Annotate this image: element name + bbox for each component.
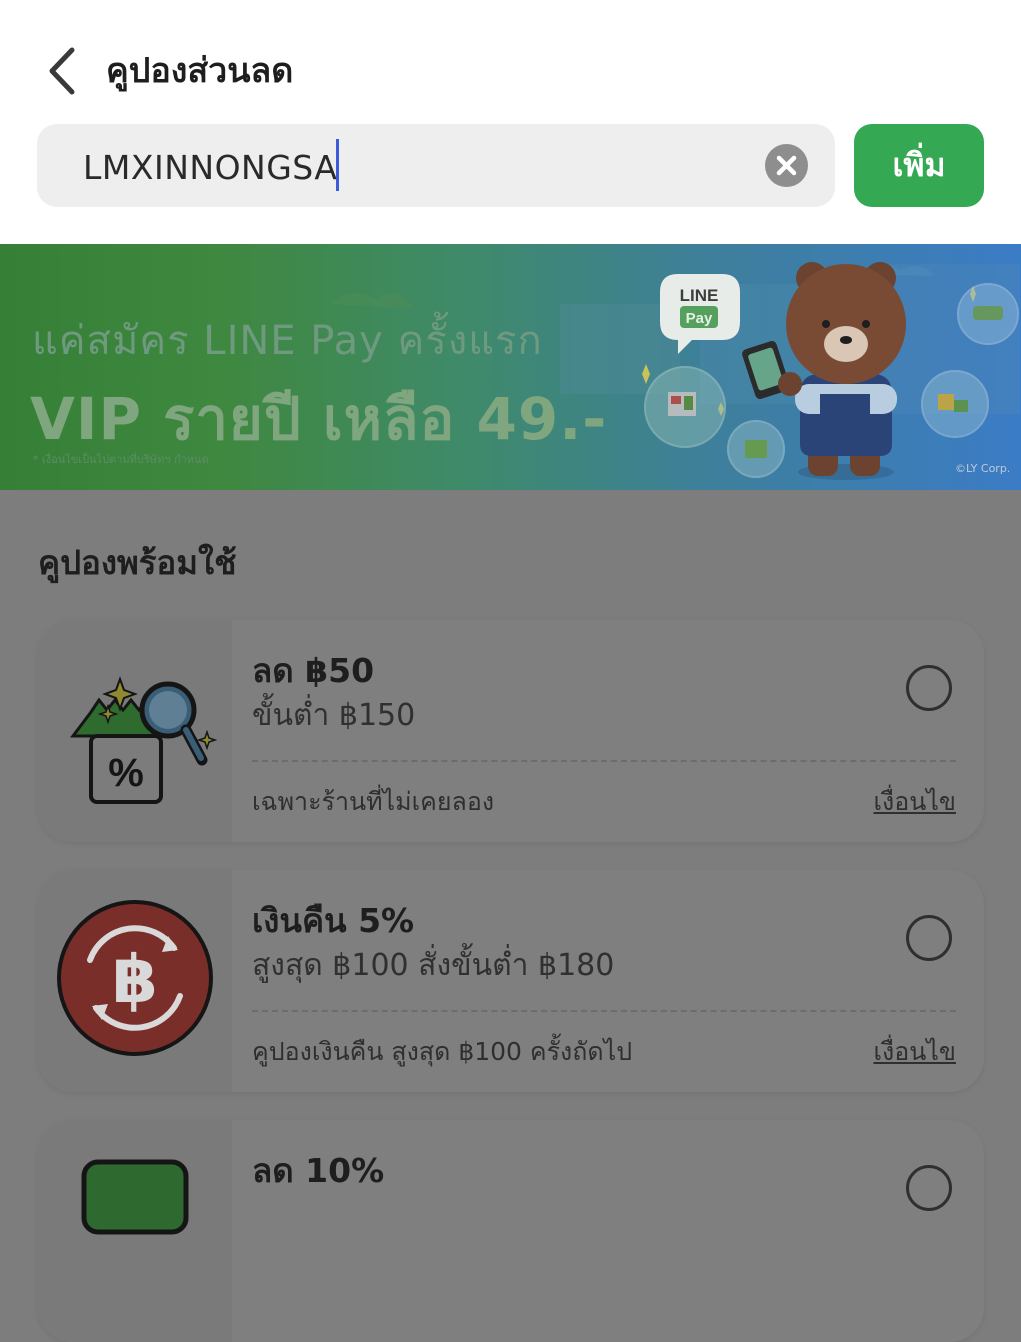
baht-cashback-icon: ฿ [57,900,213,1056]
coupon-details: ลด ฿50 ขั้นต่ำ ฿150 เฉพาะร้านที่ไม่เคยลอ… [232,620,984,842]
svg-text:฿: ฿ [112,941,158,1018]
coupon-title: เงินคืน 5% [252,901,415,940]
coupon-code-box[interactable] [37,124,835,207]
green-ticket-icon [81,1159,189,1235]
page-title: คูปองส่วนลด [106,51,294,91]
coupon-select-radio[interactable] [906,915,952,961]
coupon-card[interactable]: ฿ เงินคืน 5% สูงสุด ฿100 สั่งขั้นต่ำ ฿18… [38,870,984,1092]
coupon-icon-panel: % [38,620,232,842]
coupon-icon-panel: ฿ [38,870,232,1092]
coupon-subtitle: ขั้นต่ำ ฿150 [252,698,416,733]
back-button[interactable] [40,44,90,98]
coupon-select-radio[interactable] [906,1165,952,1211]
dashed-divider [252,1010,956,1012]
chevron-left-icon [49,47,75,95]
coupon-select-radio[interactable] [906,665,952,711]
coupon-title: ลด 10% [252,1151,385,1190]
promo-banner[interactable]: LINE Pay แค่สมัคร LINE Pay ครั้งแรก VIP … [0,244,1021,490]
pay-logo-text: Pay [686,310,713,327]
coupon-note: เฉพาะร้านที่ไม่เคยลอง [252,787,495,816]
banner-copyright: ©LY Corp. [955,462,1011,475]
coupon-card[interactable]: ลด 10% [38,1120,984,1342]
coupon-note: คูปองเงินคืน สูงสุด ฿100 ครั้งถัดไป [252,1037,633,1066]
coupon-code-input[interactable] [81,140,765,194]
section-title: คูปองพร้อมใช้ [38,543,237,582]
coupon-details: ลด 10% [232,1120,984,1342]
text-caret [336,139,339,191]
coupon-card[interactable]: % ลด ฿50 ขั้นต่ำ ฿150 เฉพาะร้านที่ไม่เคย… [38,620,984,842]
add-coupon-button[interactable]: เพิ่ม [854,124,984,207]
coupon-subtitle: สูงสุด ฿100 สั่งขั้นต่ำ ฿180 [252,948,615,983]
svg-text:%: % [108,751,144,795]
top-bar: คูปองส่วนลด เพิ่ม [0,0,1021,244]
conditions-link[interactable]: เงื่อนไข [873,782,956,822]
clear-button[interactable] [765,144,808,187]
banner-headline: แค่สมัคร LINE Pay ครั้งแรก [32,318,543,364]
clear-icon [776,155,797,176]
banner-footnote: * เงื่อนไขเป็นไปตามที่บริษัทฯ กำหนด [33,453,209,466]
coupon-title: ลด ฿50 [252,651,375,690]
coupon-icon-panel [38,1120,232,1342]
dashed-divider [252,760,956,762]
line-logo-text: LINE [680,286,719,305]
coupon-details: เงินคืน 5% สูงสุด ฿100 สั่งขั้นต่ำ ฿180 … [232,870,984,1092]
conditions-link[interactable]: เงื่อนไข [873,1032,956,1072]
coupon-search-icon: % [70,676,218,804]
